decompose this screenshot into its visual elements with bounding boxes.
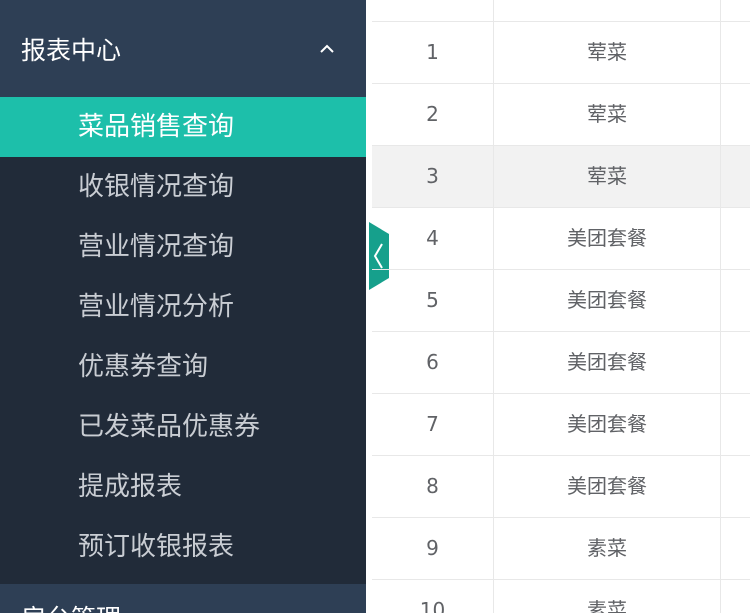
table-cell-category: 荤菜 — [494, 22, 721, 83]
table-cell-category: 美团套餐 — [494, 456, 721, 517]
table-cell-extra — [721, 0, 750, 21]
menu-section-title-2: 房台管理 — [21, 601, 121, 613]
sidebar-item-cashier-query[interactable]: 收银情况查询 — [0, 157, 366, 217]
table-row[interactable]: 9 素菜 — [372, 518, 750, 580]
table-cell-category: 美团套餐 — [494, 208, 721, 269]
table-cell-extra — [721, 84, 750, 145]
table-cell-index: 3 — [372, 146, 494, 207]
table-cell-index: 4 — [372, 208, 494, 269]
table-row[interactable]: 6 美团套餐 — [372, 332, 750, 394]
table-cell-index: 5 — [372, 270, 494, 331]
table-cell-extra — [721, 22, 750, 83]
sidebar-item-dish-sales-query[interactable]: 菜品销售查询 — [0, 97, 366, 157]
table-row[interactable]: 4 美团套餐 — [372, 208, 750, 270]
table-cell-index: 9 — [372, 518, 494, 579]
table-cell-extra — [721, 580, 750, 613]
sidebar-item-commission-report[interactable]: 提成报表 — [0, 457, 366, 517]
table-cell-index: 2 — [372, 84, 494, 145]
table-cell-extra — [721, 146, 750, 207]
table-cell-extra — [721, 518, 750, 579]
table-cell-index: 6 — [372, 332, 494, 393]
sales-table: 1 荤菜 2 荤菜 3 荤菜 4 美团套餐 5 美团套餐 6 美团套餐 7 美团… — [372, 0, 750, 613]
table-cell-category: 素菜 — [494, 518, 721, 579]
sidebar: 报表中心 菜品销售查询 收银情况查询 营业情况查询 营业情况分析 优惠券查询 已… — [0, 0, 366, 613]
sidebar-item-coupon-query[interactable]: 优惠券查询 — [0, 337, 366, 397]
table-row[interactable]: 5 美团套餐 — [372, 270, 750, 332]
table-row[interactable]: 8 美团套餐 — [372, 456, 750, 518]
table-cell-category: 美团套餐 — [494, 270, 721, 331]
menu-section-report-center[interactable]: 报表中心 — [0, 0, 366, 97]
table-cell-category: 荤菜 — [494, 84, 721, 145]
table-cell-extra — [721, 332, 750, 393]
table-cell-category — [494, 0, 721, 21]
menu-section-room-management[interactable]: 房台管理 — [0, 584, 366, 613]
menu-section-title: 报表中心 — [21, 36, 122, 65]
table-cell-index: 10 — [372, 580, 494, 613]
table-cell-category: 美团套餐 — [494, 332, 721, 393]
submenu: 菜品销售查询 收银情况查询 营业情况查询 营业情况分析 优惠券查询 已发菜品优惠… — [0, 97, 366, 577]
table-cell-index — [372, 0, 494, 21]
table-cell-extra — [721, 394, 750, 455]
chevron-up-icon — [320, 44, 334, 53]
table-row — [372, 0, 750, 22]
table-cell-index: 8 — [372, 456, 494, 517]
sidebar-item-issued-dish-coupons[interactable]: 已发菜品优惠券 — [0, 397, 366, 457]
table-cell-category: 美团套餐 — [494, 394, 721, 455]
sidebar-item-reservation-cashier-report[interactable]: 预订收银报表 — [0, 517, 366, 577]
sidebar-item-business-query[interactable]: 营业情况查询 — [0, 217, 366, 277]
table-row[interactable]: 1 荤菜 — [372, 22, 750, 84]
table-cell-category: 荤菜 — [494, 146, 721, 207]
table-row[interactable]: 2 荤菜 — [372, 84, 750, 146]
sidebar-item-business-analysis[interactable]: 营业情况分析 — [0, 277, 366, 337]
table-cell-extra — [721, 270, 750, 331]
table-cell-index: 7 — [372, 394, 494, 455]
table-cell-category: 素菜 — [494, 580, 721, 613]
table-cell-extra — [721, 456, 750, 517]
table-cell-extra — [721, 208, 750, 269]
table-row-hovered[interactable]: 3 荤菜 — [372, 146, 750, 208]
table-row[interactable]: 10 素菜 — [372, 580, 750, 613]
table-row[interactable]: 7 美团套餐 — [372, 394, 750, 456]
table-cell-index: 1 — [372, 22, 494, 83]
